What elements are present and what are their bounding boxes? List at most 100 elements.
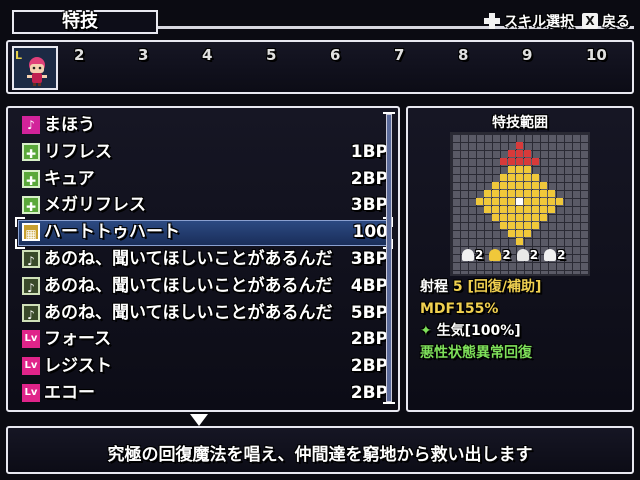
skill-row[interactable]: ♪ あのね、聞いてほしいことがあるんだ 5BP	[20, 300, 390, 326]
element-row: 2 2 2 2	[462, 248, 565, 262]
range-cell	[516, 142, 523, 149]
skill-row[interactable]: ♪ あのね、聞いてほしいことがあるんだ 4BP	[20, 273, 390, 299]
range-cell	[524, 214, 531, 221]
range-cell	[532, 174, 539, 181]
range-cell	[516, 230, 523, 237]
skill-cost: 5BP	[350, 302, 388, 323]
skill-row[interactable]: ♪ あのね、聞いてほしいことがあるんだ 3BP	[20, 246, 390, 272]
skill-name: あのね、聞いてほしいことがあるんだ	[44, 249, 333, 269]
music-note-icon: ♪	[22, 250, 40, 268]
element-arrow-icon	[489, 249, 502, 261]
range-cell	[516, 214, 523, 221]
heal-cross-icon: ✚	[22, 196, 40, 215]
level-icon: Lv	[22, 357, 40, 376]
scroll-down-arrow-icon[interactable]	[190, 414, 208, 426]
skill-row[interactable]: Lv レジスト 2BP	[20, 353, 390, 379]
party-slot-7[interactable]: 7	[394, 46, 404, 64]
character-avatar	[27, 57, 47, 86]
music-note-plus-icon: ♪	[22, 276, 40, 295]
skill-name: あのね、聞いてほしいことがあるんだ	[44, 302, 333, 323]
scrollbar[interactable]	[386, 114, 392, 402]
range-cell	[540, 190, 547, 197]
party-bar: L 2 3 4 5 6 7 8 9 10	[6, 40, 634, 94]
skill-cost: 2BP	[350, 329, 388, 350]
skill-range-panel: 特技範囲 2 2 2 2 射程 5 [回復/補助] MDF155% ✦ 生気[100%…	[406, 106, 634, 412]
dpad-icon	[484, 13, 500, 29]
element-indicator: 2	[462, 248, 483, 262]
party-slot-2[interactable]: 2	[74, 46, 84, 64]
range-cell	[524, 150, 531, 157]
skill-name: リフレス	[44, 141, 112, 162]
range-cell	[508, 158, 515, 165]
range-cell	[532, 206, 539, 213]
range-cell	[500, 182, 507, 189]
skill-row[interactable]: ▦ ハートトゥハート 100	[20, 219, 390, 245]
range-cell	[548, 198, 555, 205]
hint-back-label[interactable]: 戻る	[602, 11, 630, 31]
range-cell	[524, 166, 531, 173]
range-title: 特技範囲	[492, 115, 548, 131]
party-slot-3[interactable]: 3	[138, 46, 148, 64]
range-cell	[508, 206, 515, 213]
range-cell	[516, 166, 523, 173]
skill-cost: 2BP	[350, 356, 388, 377]
range-cell	[524, 222, 531, 229]
range-cell	[540, 206, 547, 213]
party-slot-10[interactable]: 10	[586, 46, 607, 64]
range-cell	[492, 198, 499, 205]
range-cell	[516, 158, 523, 165]
range-value: 5	[452, 279, 463, 295]
range-cell	[540, 182, 547, 189]
party-slot-selected[interactable]: L	[12, 46, 58, 90]
party-slot-9[interactable]: 9	[522, 46, 532, 64]
range-cell	[516, 222, 523, 229]
scrollbar-top-cap	[383, 112, 395, 114]
control-hints: スキル選択 X 戻る	[484, 10, 630, 32]
skill-description: 究極の回復魔法を唱え、仲間達を窮地から救い出します	[107, 445, 533, 465]
skill-name: フォース	[44, 329, 112, 350]
party-slot-8[interactable]: 8	[458, 46, 468, 64]
skill-name: あのね、聞いてほしいことがあるんだ	[44, 275, 333, 296]
music-note-plus-icon: ♪	[22, 303, 40, 322]
skill-row[interactable]: Lv エコー 2BP	[20, 380, 390, 406]
range-cell	[524, 174, 531, 181]
range-cell	[500, 158, 507, 165]
range-cell	[516, 182, 523, 189]
range-cell	[500, 206, 507, 213]
range-cell	[484, 206, 491, 213]
element-indicator: 2	[544, 248, 565, 262]
skill-row[interactable]: ♪ まほう	[20, 112, 390, 138]
status-line: ✦ 生気[100%]	[420, 320, 541, 342]
skill-row[interactable]: ✚ メガリフレス 3BP	[20, 192, 390, 218]
x-button-icon[interactable]: X	[582, 13, 598, 29]
range-cell	[508, 230, 515, 237]
range-cell	[532, 214, 539, 221]
range-cell	[508, 150, 515, 157]
party-slot-6[interactable]: 6	[330, 46, 340, 64]
party-slot-5[interactable]: 5	[266, 46, 276, 64]
range-cell	[556, 198, 563, 205]
range-cell	[548, 206, 555, 213]
skill-row[interactable]: ✚ キュア 2BP	[20, 166, 390, 192]
range-cell	[532, 198, 539, 205]
range-cell	[516, 150, 523, 157]
vitality-icon: ✦	[420, 323, 432, 339]
party-slot-4[interactable]: 4	[202, 46, 212, 64]
element-arrow-icon	[516, 249, 529, 261]
skill-cost: 1BP	[350, 141, 388, 162]
range-type: [回復/補助]	[467, 279, 542, 295]
range-cell	[508, 166, 515, 173]
header-bar: 特技 スキル選択 X 戻る	[4, 4, 636, 34]
range-cell	[500, 190, 507, 197]
range-cell	[516, 206, 523, 213]
range-cell	[540, 198, 547, 205]
range-cell	[532, 190, 539, 197]
range-cell	[524, 230, 531, 237]
scrollbar-bottom-cap	[383, 402, 395, 404]
skill-row[interactable]: Lv フォース 2BP	[20, 326, 390, 352]
range-cell	[516, 190, 523, 197]
range-cell	[508, 174, 515, 181]
effect-text: 悪性状態異常回復	[420, 345, 532, 361]
skill-name: メガリフレス	[44, 195, 146, 216]
skill-row[interactable]: ✚ リフレス 1BP	[20, 139, 390, 165]
